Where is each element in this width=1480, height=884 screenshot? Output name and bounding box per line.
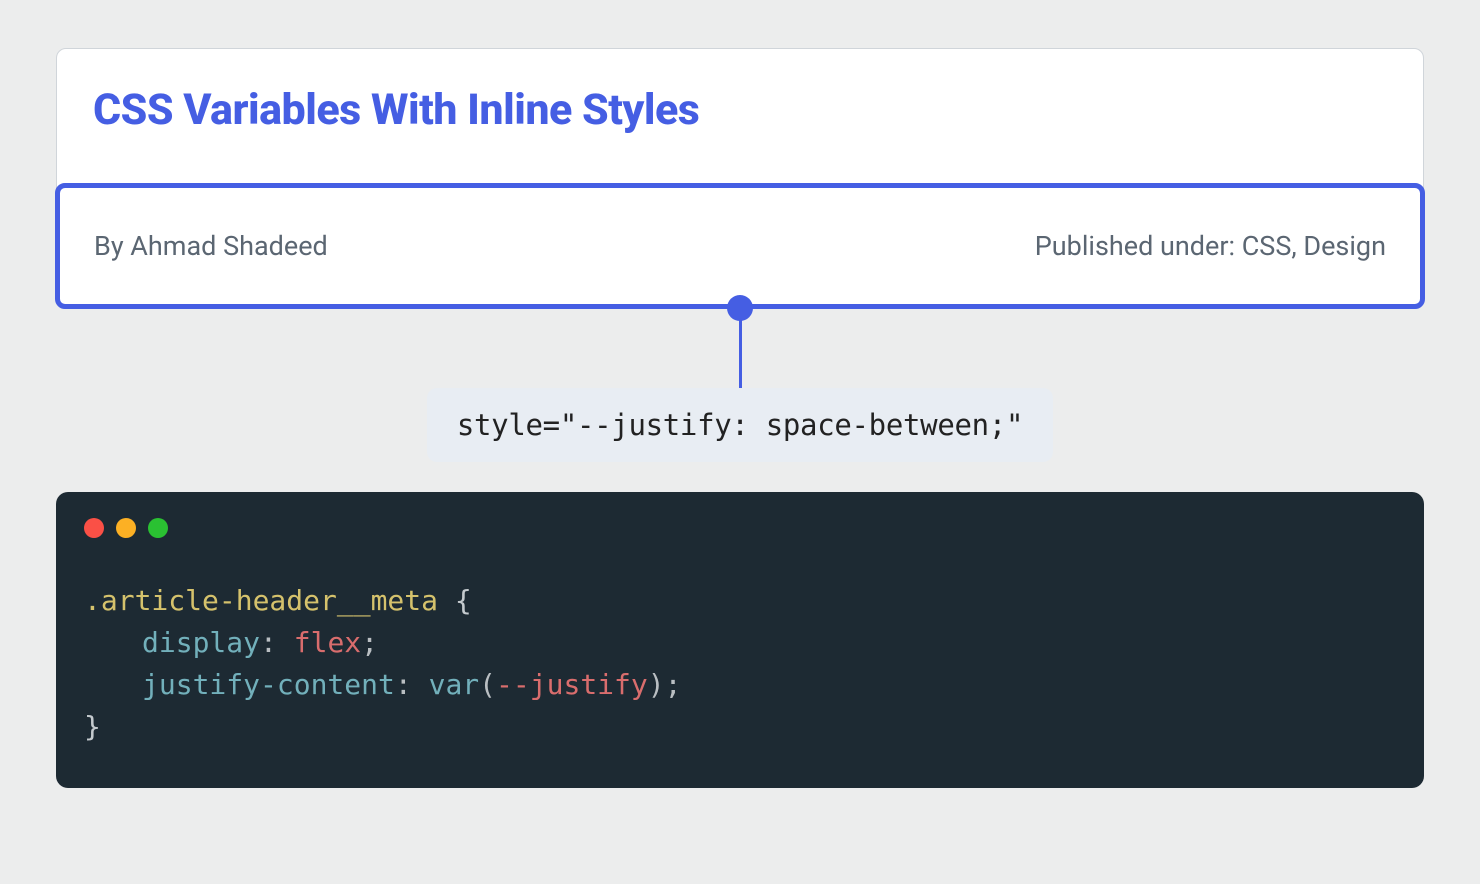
traffic-light-green-icon [148,518,168,538]
article-published: Published under: CSS, Design [1035,230,1386,262]
connector-line-icon [739,318,742,390]
article-meta-row: By Ahmad Shadeed Published under: CSS, D… [55,183,1425,309]
code-line-display: display: flex; [84,622,1396,664]
code-varname: --justify [496,668,648,701]
code-line-justify: justify-content: var(--justify); [84,664,1396,706]
code-semicolon-2: ; [665,668,682,701]
inline-style-annotation: style="--justify: space-between;" [427,388,1053,462]
traffic-light-red-icon [84,518,104,538]
code-colon-2: : [395,668,429,701]
connector-dot-icon [727,295,753,321]
code-line-selector: .article-header__meta { [84,580,1396,622]
code-line-close: } [84,706,1396,748]
code-colon: : [260,626,294,659]
code-prop-display: display [142,626,260,659]
article-card: CSS Variables With Inline Styles By Ahma… [56,48,1424,308]
article-byline: By Ahmad Shadeed [94,230,328,262]
code-value-flex: flex [294,626,361,659]
code-func-var: var [429,668,480,701]
traffic-light-yellow-icon [116,518,136,538]
window-traffic-lights [84,518,1396,538]
code-open-brace: { [438,584,472,617]
code-close-brace: } [84,710,101,743]
annotation-connector: style="--justify: space-between;" [56,308,1424,462]
code-paren-open: ( [479,668,496,701]
code-window: .article-header__meta { display: flex; j… [56,492,1424,788]
code-paren-close: ) [648,668,665,701]
code-semicolon: ; [361,626,378,659]
code-prop-justify: justify-content [142,668,395,701]
code-selector: .article-header__meta [84,584,438,617]
article-title: CSS Variables With Inline Styles [57,85,1423,183]
